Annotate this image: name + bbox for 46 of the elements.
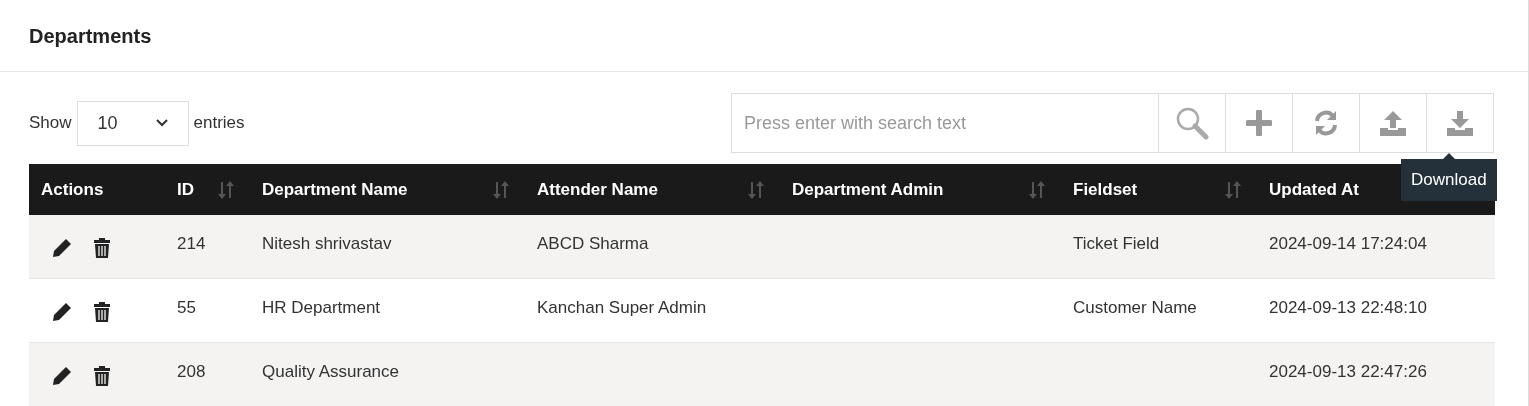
column-header[interactable]: Actions	[29, 164, 165, 215]
search-field[interactable]: Press enter with search text	[731, 93, 1159, 153]
table-cell: Quality Assurance	[262, 362, 399, 381]
table-cell: HR Department	[262, 298, 381, 317]
column-header[interactable]: Department Admin	[780, 164, 1061, 215]
column-header[interactable]: Department Name	[250, 164, 525, 215]
table-cell: Kanchan Super Admin	[537, 298, 707, 317]
edit-icon[interactable]	[51, 365, 73, 387]
sort-icon	[216, 179, 236, 200]
sort-icon	[1027, 179, 1047, 200]
entries-dropdown[interactable]: 10	[76, 100, 189, 146]
add-button[interactable]	[1226, 93, 1293, 153]
upload-icon	[1379, 109, 1407, 137]
column-header[interactable]: Fieldset	[1061, 164, 1257, 215]
column-header[interactable]: Attender Name	[525, 164, 780, 215]
table-cell: Customer Name	[1073, 298, 1197, 317]
page-title: Departments	[29, 23, 152, 49]
upload-button[interactable]	[1360, 93, 1427, 153]
tooltip: Download	[1401, 153, 1497, 201]
sort-icon	[1223, 179, 1243, 200]
download-button[interactable]	[1427, 93, 1494, 153]
refresh-button[interactable]	[1293, 93, 1360, 153]
show-label: Show	[29, 112, 72, 135]
table-cell: 208	[177, 362, 206, 381]
table-cell: 55	[177, 298, 196, 317]
table-cell: 2024-09-13 22:47:26	[1269, 362, 1427, 381]
edit-icon[interactable]	[51, 237, 73, 259]
table-cell: 2024-09-13 22:48:10	[1269, 298, 1427, 317]
plus-icon	[1246, 110, 1272, 136]
trash-icon[interactable]	[93, 237, 111, 259]
table-cell: 2024-09-14 17:24:04	[1269, 234, 1427, 253]
table-cell: ABCD Sharma	[537, 234, 649, 253]
chevron-down-icon	[155, 119, 168, 127]
table-cell: Nitesh shrivastav	[262, 234, 392, 253]
table-cell: Ticket Field	[1073, 234, 1160, 253]
column-header[interactable]: ID	[165, 164, 250, 215]
table-cell: 214	[177, 234, 206, 253]
download-icon	[1446, 109, 1474, 137]
trash-icon[interactable]	[93, 301, 111, 323]
search-icon	[1175, 106, 1209, 140]
sort-icon	[491, 179, 511, 200]
entries-label: entries	[193, 112, 245, 135]
trash-icon[interactable]	[93, 365, 111, 387]
edit-icon[interactable]	[51, 301, 73, 323]
sort-icon	[746, 179, 766, 200]
refresh-icon	[1312, 109, 1340, 137]
